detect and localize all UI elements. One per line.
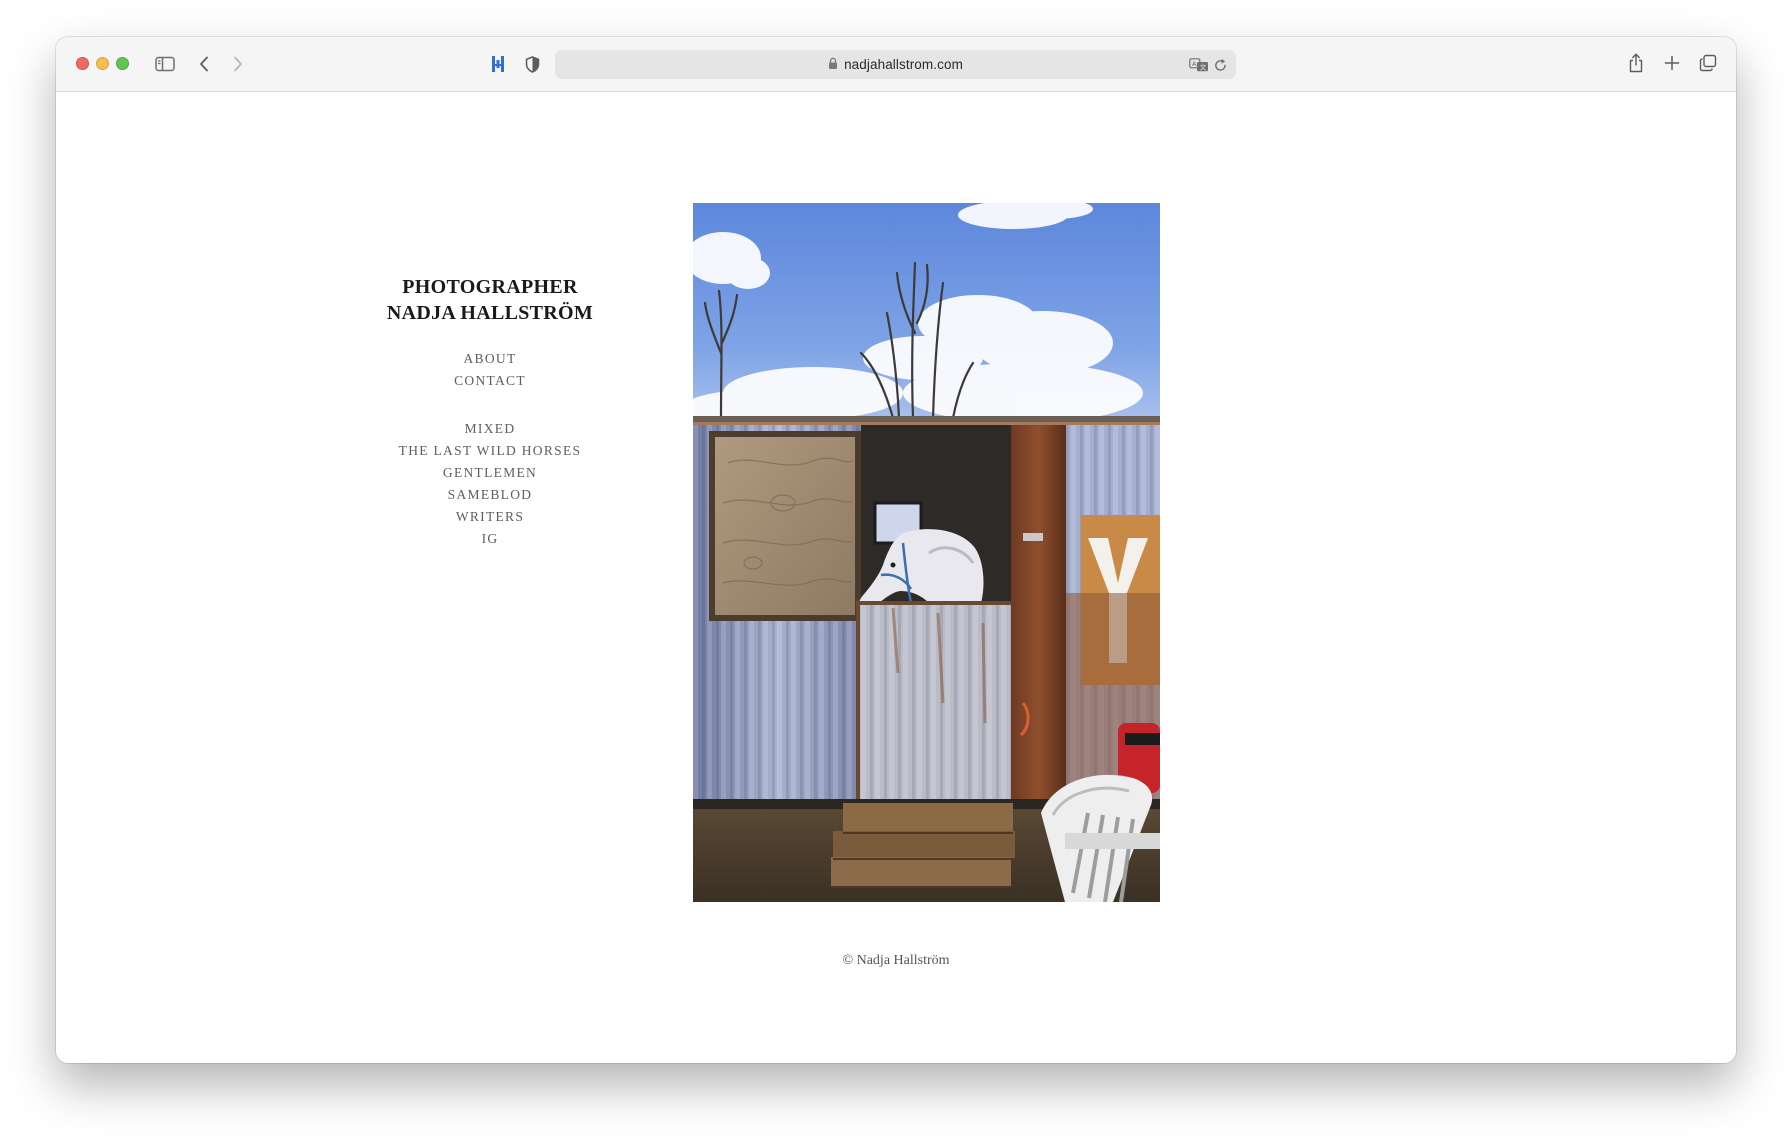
zoom-window-button[interactable]: [116, 57, 129, 70]
nav-link-contact[interactable]: CONTACT: [370, 370, 610, 392]
svg-text:A: A: [1192, 60, 1197, 68]
reload-icon[interactable]: [1211, 55, 1229, 74]
site-title[interactable]: PHOTOGRAPHER NADJA HALLSTRÖM: [370, 274, 610, 326]
translate-icon[interactable]: A 文: [1188, 55, 1210, 74]
site-title-line2: NADJA HALLSTRÖM: [386, 302, 594, 324]
site-sidebar: PHOTOGRAPHER NADJA HALLSTRÖM ABOUT CONTA…: [370, 274, 610, 550]
nav-link-about[interactable]: ABOUT: [370, 348, 610, 370]
site-title-line1: PHOTOGRAPHER: [402, 276, 578, 298]
nav-link-sameblod[interactable]: SAMEBLOD: [370, 484, 610, 506]
nav-link-writers[interactable]: WRITERS: [370, 506, 610, 528]
shield-icon[interactable]: [522, 53, 542, 75]
svg-text:文: 文: [1200, 62, 1207, 71]
url-text: nadjahallstrom.com: [844, 57, 963, 72]
browser-toolbar: nadjahallstrom.com A 文: [56, 37, 1736, 92]
address-content: nadjahallstrom.com: [555, 50, 1236, 79]
primary-nav: ABOUT CONTACT: [370, 348, 610, 392]
tab-overview-icon[interactable]: [1697, 52, 1719, 74]
minimize-window-button[interactable]: [96, 57, 109, 70]
nav-link-ig[interactable]: IG: [370, 528, 610, 550]
desktop: nadjahallstrom.com A 文 PHOTOGRAPHER NADJ…: [0, 0, 1792, 1137]
sidebar-toggle-icon[interactable]: [153, 53, 177, 75]
extension-icon[interactable]: [488, 53, 508, 75]
chevron-right-icon[interactable]: [228, 53, 248, 75]
plus-icon[interactable]: [1661, 52, 1683, 74]
share-icon[interactable]: [1625, 50, 1647, 76]
page-content: PHOTOGRAPHER NADJA HALLSTRÖM ABOUT CONTA…: [56, 92, 1736, 1063]
nav-link-mixed[interactable]: MIXED: [370, 418, 610, 440]
close-window-button[interactable]: [76, 57, 89, 70]
featured-photo[interactable]: [693, 203, 1160, 902]
chevron-left-icon[interactable]: [194, 53, 214, 75]
projects-nav: MIXED THE LAST WILD HORSES GENTLEMEN SAM…: [370, 418, 610, 550]
nav-link-gentlemen[interactable]: GENTLEMEN: [370, 462, 610, 484]
lock-icon: [828, 55, 838, 74]
site-footer: © Nadja Hallström: [842, 953, 950, 968]
nav-link-the-last-wild-horses[interactable]: THE LAST WILD HORSES: [370, 440, 610, 462]
address-bar[interactable]: nadjahallstrom.com A 文: [555, 50, 1236, 79]
browser-window: nadjahallstrom.com A 文 PHOTOGRAPHER NADJ…: [56, 37, 1736, 1063]
